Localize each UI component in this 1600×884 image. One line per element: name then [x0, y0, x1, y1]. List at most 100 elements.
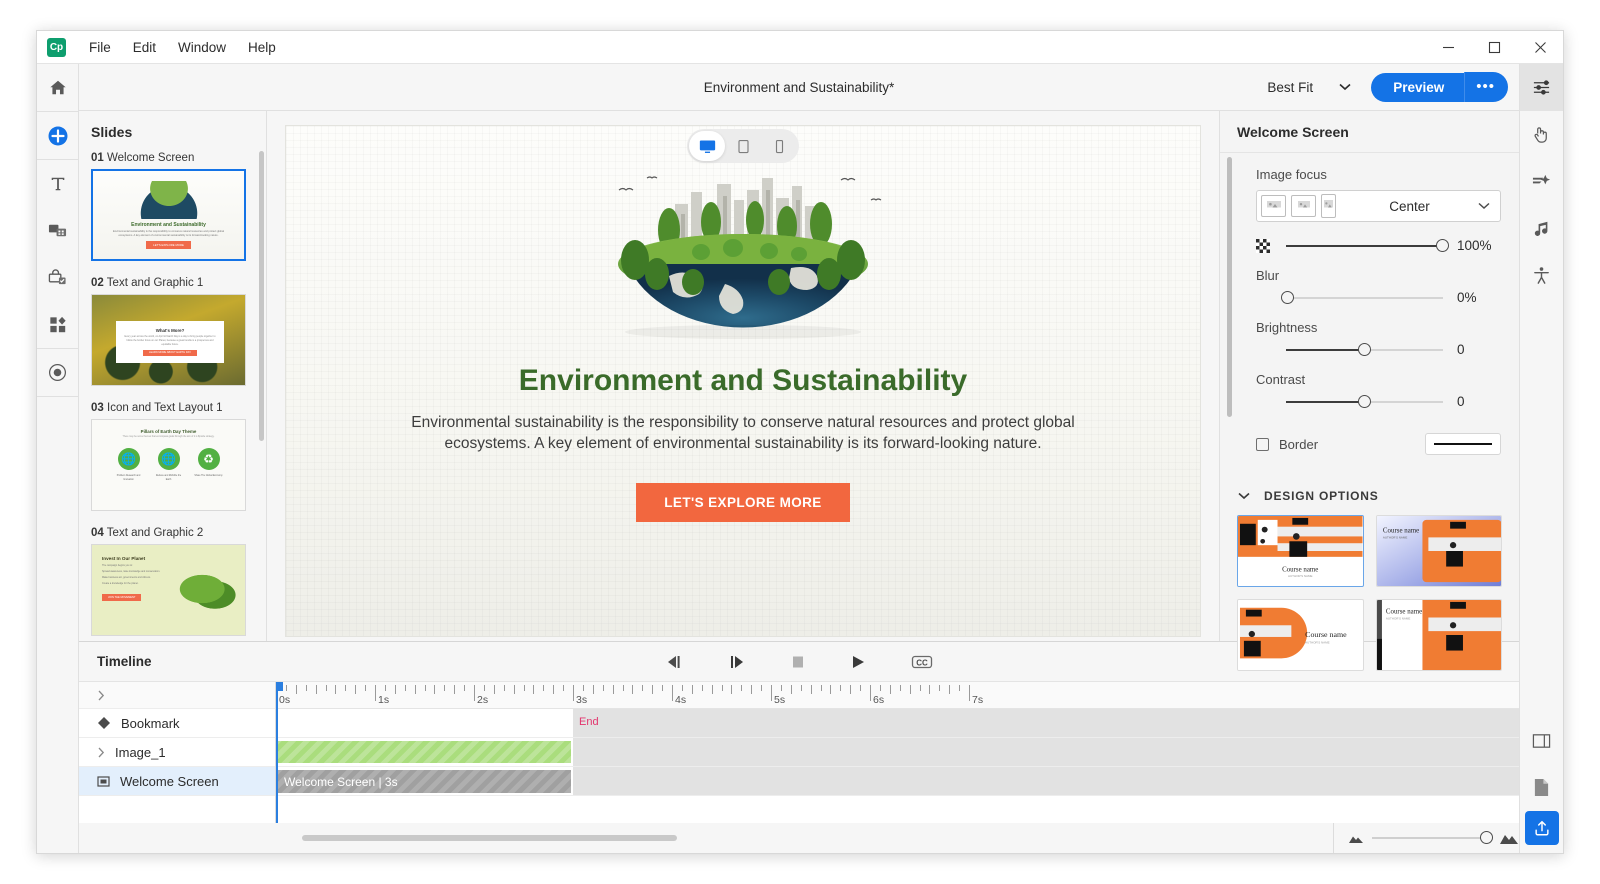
- design-options-title: DESIGN OPTIONS: [1264, 489, 1379, 503]
- effects-icon[interactable]: [1520, 158, 1564, 205]
- opacity-slider-knob[interactable]: [1436, 238, 1449, 252]
- add-slide-icon[interactable]: [37, 112, 79, 159]
- slide-label: 04 Text and Graphic 2: [91, 527, 256, 539]
- menu-file[interactable]: File: [78, 37, 122, 58]
- properties-sliders-icon[interactable]: [1519, 64, 1563, 111]
- timeline-expand-row[interactable]: [79, 682, 275, 709]
- thumb-caption: Share The Global Economy: [194, 475, 223, 477]
- timeline-hscroll-area[interactable]: [276, 835, 1333, 841]
- preview-button[interactable]: Preview: [1371, 72, 1465, 102]
- step-forward-button[interactable]: [727, 654, 747, 670]
- focus-square-icon[interactable]: [1291, 195, 1316, 217]
- share-export-icon[interactable]: [1524, 811, 1559, 845]
- blur-slider[interactable]: [1281, 290, 1443, 304]
- more-options-button[interactable]: •••: [1464, 71, 1508, 103]
- expand-chevron-icon[interactable]: [97, 747, 105, 758]
- earth-sustainability-image[interactable]: [583, 156, 903, 346]
- minimize-button[interactable]: [1425, 31, 1471, 64]
- design-option-card[interactable]: Course name AUTHOR'S NAME: [1375, 515, 1502, 587]
- properties-scrollbar[interactable]: [1227, 157, 1232, 417]
- slides-list[interactable]: 01 Welcome Screen Environment and Sustai…: [79, 152, 266, 641]
- focus-portrait-icon[interactable]: [1321, 194, 1336, 218]
- timeline-zoom-knob[interactable]: [1480, 831, 1493, 844]
- playhead[interactable]: [276, 682, 278, 823]
- playhead-handle[interactable]: [276, 682, 283, 691]
- slide-label: 03 Icon and Text Layout 1: [91, 402, 256, 414]
- image-focus-control[interactable]: Center: [1256, 190, 1501, 222]
- opacity-slider[interactable]: [1286, 238, 1449, 252]
- brightness-slider-knob[interactable]: [1357, 342, 1371, 356]
- desktop-device-icon[interactable]: [689, 131, 725, 161]
- slides-scrollbar[interactable]: [259, 151, 264, 441]
- interactions-hand-icon[interactable]: [1520, 111, 1564, 158]
- step-back-button[interactable]: [664, 654, 684, 670]
- list-item[interactable]: 01 Welcome Screen Environment and Sustai…: [91, 152, 256, 261]
- list-item[interactable]: 02 Text and Graphic 1 What's More? Every…: [91, 277, 256, 386]
- list-item[interactable]: 03 Icon and Text Layout 1 Pillars of Ear…: [91, 402, 256, 511]
- maximize-button[interactable]: [1471, 31, 1517, 64]
- menu-help[interactable]: Help: [237, 37, 287, 58]
- timeline-row-welcome-screen[interactable]: Welcome Screen: [79, 767, 275, 796]
- zoom-level-dropdown[interactable]: Best Fit: [1259, 76, 1359, 99]
- welcome-screen-duration-bar[interactable]: Welcome Screen | 3s: [277, 770, 571, 793]
- text-icon[interactable]: [37, 160, 79, 207]
- ruler-label: 4s: [675, 694, 687, 706]
- explore-more-button[interactable]: LET'S EXPLORE MORE: [636, 482, 850, 522]
- slide-thumbnail[interactable]: Pillars of Earth Day Theme There may be …: [91, 419, 246, 511]
- chevron-down-icon[interactable]: [1478, 202, 1496, 210]
- page-title[interactable]: Environment and Sustainability: [519, 364, 967, 398]
- panel-layout-icon[interactable]: [1520, 717, 1564, 764]
- close-button[interactable]: [1517, 31, 1563, 64]
- timeline-track-bookmark[interactable]: End: [276, 709, 1519, 738]
- design-option-card[interactable]: Course name AUTHOR'S NAME: [1237, 515, 1364, 587]
- slide-thumbnail[interactable]: Environment and Sustainability Environme…: [91, 169, 246, 261]
- expand-chevron-icon[interactable]: [97, 690, 105, 701]
- home-icon[interactable]: [37, 64, 79, 111]
- thumb-body: Every year across the world, on April 22…: [124, 335, 216, 346]
- brightness-slider[interactable]: [1286, 342, 1443, 356]
- pages-document-icon[interactable]: [1520, 764, 1564, 811]
- closed-captions-button[interactable]: CC: [910, 654, 934, 670]
- thumb-heading: What's More?: [155, 328, 185, 334]
- ruler-label: 7s: [972, 694, 984, 706]
- list-item[interactable]: 04 Text and Graphic 2 Invest In Our Plan…: [91, 527, 256, 636]
- border-row: Border: [1256, 433, 1501, 475]
- slide-thumbnail[interactable]: Invest In Our Planet The campaign begins…: [91, 544, 246, 636]
- blur-slider-knob[interactable]: [1281, 290, 1294, 304]
- timeline-horizontal-scrollbar[interactable]: [302, 835, 677, 841]
- accessibility-icon[interactable]: [1520, 252, 1564, 299]
- timeline-tracks[interactable]: 0s 1s 2s 3s 4s 5s 6s 7s End Welcome Scre…: [276, 682, 1519, 823]
- zoom-out-icon[interactable]: [1348, 832, 1364, 844]
- interaction-icon[interactable]: [37, 254, 79, 301]
- stage-paragraph[interactable]: Environmental sustainability is the resp…: [398, 412, 1088, 455]
- slide-thumbnail[interactable]: What's More? Every year across the world…: [91, 294, 246, 386]
- widgets-icon[interactable]: [37, 301, 79, 348]
- timeline-row-bookmark[interactable]: Bookmark: [79, 709, 275, 738]
- contrast-slider[interactable]: [1286, 394, 1443, 408]
- tablet-device-icon[interactable]: [725, 131, 761, 161]
- menu-window[interactable]: Window: [167, 37, 237, 58]
- border-style-swatch[interactable]: [1425, 433, 1501, 455]
- focus-landscape-icon[interactable]: [1261, 195, 1286, 217]
- design-options-header[interactable]: DESIGN OPTIONS: [1220, 475, 1519, 515]
- thumb-body: Environmental sustainability is the resp…: [112, 229, 224, 237]
- zoom-in-icon[interactable]: [1499, 831, 1519, 845]
- timeline-track-welcome-screen[interactable]: Welcome Screen | 3s: [276, 767, 1519, 796]
- record-icon[interactable]: [37, 349, 79, 396]
- chevron-down-icon[interactable]: [1238, 492, 1250, 500]
- play-button[interactable]: [849, 654, 867, 670]
- mobile-device-icon[interactable]: [761, 131, 797, 161]
- timeline-zoom-slider[interactable]: [1372, 831, 1493, 844]
- image1-duration-bar[interactable]: [277, 741, 571, 763]
- timeline-ruler[interactable]: 0s 1s 2s 3s 4s 5s 6s 7s: [276, 682, 1519, 709]
- timeline-transport-controls: CC: [79, 654, 1519, 670]
- slide-canvas[interactable]: Environment and Sustainability Environme…: [285, 125, 1201, 637]
- border-checkbox[interactable]: [1256, 437, 1269, 451]
- timeline-row-image1[interactable]: Image_1: [79, 738, 275, 767]
- stop-button[interactable]: [790, 654, 806, 670]
- media-icon[interactable]: [37, 207, 79, 254]
- timeline-track-image1[interactable]: [276, 738, 1519, 767]
- menu-edit[interactable]: Edit: [122, 37, 167, 58]
- contrast-slider-knob[interactable]: [1357, 394, 1371, 408]
- audio-music-icon[interactable]: [1520, 205, 1564, 252]
